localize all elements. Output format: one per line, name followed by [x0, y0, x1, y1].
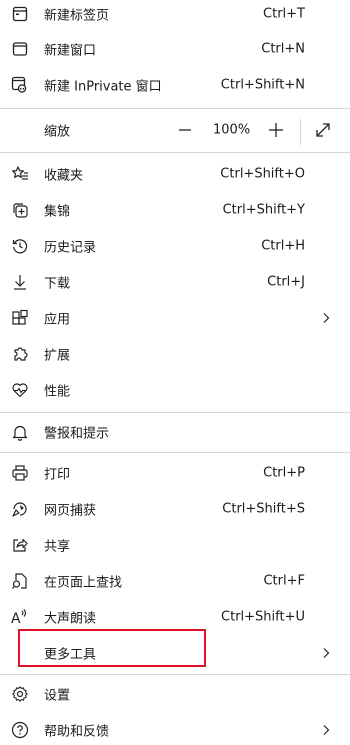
menu-item-label: 下载	[44, 276, 71, 292]
find-icon	[10, 571, 30, 591]
menu-item-apps[interactable]: 应用	[0, 300, 350, 336]
menu-item-help[interactable]: 帮助和反馈	[0, 712, 350, 745]
apps-icon	[10, 308, 30, 328]
menu-item-label: 新建标签页	[44, 8, 110, 24]
shortcut-text: Ctrl+Shift+S	[222, 501, 305, 517]
collections-icon	[10, 200, 30, 220]
menu-item-performance[interactable]: 性能	[0, 372, 350, 408]
svg-text:A: A	[11, 611, 21, 626]
performance-icon	[10, 380, 30, 400]
chevron-right-icon	[320, 312, 332, 324]
shortcut-text: Ctrl+P	[263, 465, 305, 481]
inprivate-icon	[10, 75, 30, 95]
menu-item-label: 设置	[44, 688, 71, 704]
divider	[0, 412, 350, 413]
menu-item-label: 帮助和反馈	[44, 724, 110, 740]
menu-item-label: 新建 InPrivate 窗口	[44, 79, 162, 95]
menu-item-collections[interactable]: 集锦 Ctrl+Shift+Y	[0, 192, 350, 228]
new-window-icon	[10, 39, 30, 59]
menu-item-label: 警报和提示	[44, 426, 110, 442]
divider	[0, 452, 350, 453]
download-icon	[10, 272, 30, 292]
gear-icon	[10, 684, 30, 704]
plus-icon[interactable]	[268, 122, 284, 138]
shortcut-text: Ctrl+Shift+Y	[222, 202, 305, 218]
menu-item-label: 历史记录	[44, 240, 97, 256]
menu-item-extensions[interactable]: 扩展	[0, 336, 350, 372]
shortcut-text: Ctrl+T	[263, 6, 305, 22]
menu-item-settings[interactable]: 设置	[0, 676, 350, 712]
divider	[0, 152, 350, 153]
share-icon	[10, 535, 30, 555]
zoom-level: 100%	[213, 122, 251, 138]
bell-icon	[10, 422, 30, 442]
menu-item-label: 收藏夹	[44, 168, 84, 184]
menu-item-favorites[interactable]: 收藏夹 Ctrl+Shift+O	[0, 156, 350, 192]
divider	[0, 674, 350, 675]
help-icon	[10, 720, 30, 740]
highlight-box	[18, 629, 206, 667]
menu-item-print[interactable]: 打印 Ctrl+P	[0, 455, 350, 491]
fullscreen-icon[interactable]	[314, 121, 332, 139]
chevron-right-icon	[320, 647, 332, 659]
menu-item-new-window[interactable]: 新建窗口 Ctrl+N	[0, 31, 350, 67]
chevron-right-icon	[320, 724, 332, 736]
shortcut-text: Ctrl+Shift+O	[220, 166, 305, 182]
menu-item-find[interactable]: 在页面上查找 Ctrl+F	[0, 563, 350, 599]
shortcut-text: Ctrl+F	[263, 573, 305, 589]
print-icon	[10, 463, 30, 483]
menu-item-history[interactable]: 历史记录 Ctrl+H	[0, 228, 350, 264]
menu-item-label: 网页捕获	[44, 503, 97, 519]
history-icon	[10, 236, 30, 256]
shortcut-text: Ctrl+H	[261, 238, 305, 254]
web-capture-icon	[10, 499, 30, 519]
menu-item-label: 大声朗读	[44, 611, 97, 627]
zoom-separator	[300, 119, 301, 145]
read-aloud-icon: A	[10, 607, 30, 627]
menu-item-label: 应用	[44, 312, 71, 328]
shortcut-text: Ctrl+N	[261, 41, 305, 57]
menu-item-label: 集锦	[44, 204, 71, 220]
menu-item-label: 扩展	[44, 348, 71, 364]
shortcut-text: Ctrl+J	[267, 274, 305, 290]
menu-item-label: 打印	[44, 467, 71, 483]
menu-item-label: 新建窗口	[44, 43, 97, 59]
divider	[0, 108, 350, 109]
zoom-row: 缩放 100%	[0, 112, 350, 148]
new-tab-icon	[10, 4, 30, 24]
menu-item-new-inprivate[interactable]: 新建 InPrivate 窗口 Ctrl+Shift+N	[0, 67, 350, 103]
browser-settings-menu: 新建标签页 Ctrl+T 新建窗口 Ctrl+N 新建 InPrivate 窗口…	[0, 0, 350, 745]
menu-item-label: 共享	[44, 539, 71, 555]
menu-item-label: 在页面上查找	[44, 575, 123, 591]
menu-item-new-tab[interactable]: 新建标签页 Ctrl+T	[0, 0, 350, 32]
menu-item-web-capture[interactable]: 网页捕获 Ctrl+Shift+S	[0, 491, 350, 527]
menu-item-downloads[interactable]: 下载 Ctrl+J	[0, 264, 350, 300]
menu-item-label: 性能	[44, 384, 71, 400]
shortcut-text: Ctrl+Shift+U	[221, 609, 305, 625]
menu-item-share[interactable]: 共享	[0, 527, 350, 563]
minus-icon[interactable]	[178, 123, 192, 137]
zoom-label: 缩放	[44, 124, 71, 140]
menu-item-alerts[interactable]: 警报和提示	[0, 414, 350, 450]
extensions-icon	[10, 344, 30, 364]
favorites-icon	[10, 164, 30, 184]
shortcut-text: Ctrl+Shift+N	[220, 77, 305, 93]
